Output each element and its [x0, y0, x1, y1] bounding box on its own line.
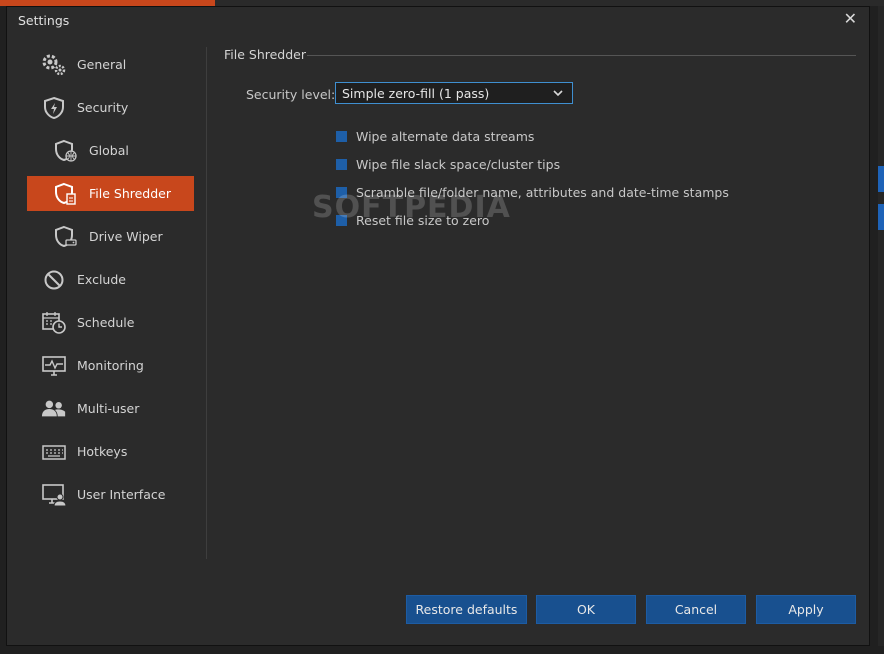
security-level-value: Simple zero-fill (1 pass) — [342, 86, 490, 101]
sidebar-item-label: Schedule — [77, 315, 135, 330]
checkbox-wipe-ads[interactable]: Wipe alternate data streams — [336, 128, 534, 144]
checkbox-box[interactable] — [336, 158, 347, 170]
shield-globe-icon — [53, 138, 79, 164]
checkbox-label: Reset file size to zero — [356, 212, 490, 228]
shield-icon — [41, 95, 67, 121]
sidebar-item-general[interactable]: General — [27, 47, 197, 82]
sidebar-item-label: Monitoring — [77, 358, 144, 373]
section-title: File Shredder — [224, 47, 307, 62]
users-icon — [41, 396, 67, 422]
settings-dialog: Settings ✕ General Security Global File … — [6, 6, 870, 646]
sidebar-item-label: Global — [89, 143, 129, 158]
apply-button[interactable]: Apply — [756, 595, 856, 624]
sidebar-item-label: File Shredder — [89, 186, 172, 201]
checkbox-reset-size[interactable]: Reset file size to zero — [336, 212, 489, 228]
monitor-pulse-icon — [41, 353, 67, 379]
sidebar-item-drive-wiper[interactable]: Drive Wiper — [27, 219, 197, 254]
background-blue-tab — [878, 204, 884, 230]
sidebar-item-label: Hotkeys — [77, 444, 128, 459]
section-divider — [307, 55, 856, 56]
checkbox-label: Wipe alternate data streams — [356, 128, 535, 144]
sidebar-divider — [206, 47, 207, 559]
sidebar-item-security[interactable]: Security — [27, 90, 197, 125]
checkbox-label: Scramble file/folder name, attributes an… — [356, 184, 729, 200]
sidebar-item-exclude[interactable]: Exclude — [27, 262, 197, 297]
gear-icon — [41, 52, 67, 78]
restore-defaults-button[interactable]: Restore defaults — [406, 595, 527, 624]
close-icon[interactable]: ✕ — [844, 9, 857, 28]
sidebar-item-file-shredder[interactable]: File Shredder — [27, 176, 194, 211]
sidebar-item-schedule[interactable]: Schedule — [27, 305, 197, 340]
calendar-clock-icon — [41, 310, 67, 336]
cancel-button[interactable]: Cancel — [646, 595, 746, 624]
checkbox-box[interactable] — [336, 186, 347, 198]
background-blue-tab — [878, 166, 884, 192]
sidebar-item-label: Multi-user — [77, 401, 140, 416]
sidebar-item-global[interactable]: Global — [27, 133, 197, 168]
sidebar-item-user-interface[interactable]: User Interface — [27, 477, 197, 512]
security-level-dropdown[interactable]: Simple zero-fill (1 pass) — [335, 82, 573, 104]
settings-sidebar: General Security Global File Shredder Dr… — [27, 47, 197, 520]
sidebar-item-label: Exclude — [77, 272, 126, 287]
checkbox-box[interactable] — [336, 214, 347, 226]
sidebar-item-label: General — [77, 57, 127, 72]
shield-drive-icon — [53, 224, 79, 250]
sidebar-item-multi-user[interactable]: Multi-user — [27, 391, 197, 426]
background-right-edge — [878, 6, 884, 646]
checkbox-box[interactable] — [336, 130, 347, 142]
sidebar-item-monitoring[interactable]: Monitoring — [27, 348, 197, 383]
checkbox-wipe-slack[interactable]: Wipe file slack space/cluster tips — [336, 156, 560, 172]
security-level-label: Security level: — [246, 87, 336, 102]
sidebar-item-hotkeys[interactable]: Hotkeys — [27, 434, 197, 469]
sidebar-item-label: Security — [77, 100, 129, 115]
sidebar-item-label: Drive Wiper — [89, 229, 163, 244]
monitor-user-icon — [41, 482, 67, 508]
ok-button[interactable]: OK — [536, 595, 636, 624]
keyboard-icon — [41, 439, 67, 465]
chevron-down-icon — [553, 90, 563, 97]
shield-file-icon — [53, 181, 79, 207]
sidebar-item-label: User Interface — [77, 487, 166, 502]
checkbox-label: Wipe file slack space/cluster tips — [356, 156, 561, 172]
dialog-title: Settings — [18, 13, 70, 28]
block-icon — [41, 267, 67, 293]
checkbox-scramble-name[interactable]: Scramble file/folder name, attributes an… — [336, 184, 729, 200]
